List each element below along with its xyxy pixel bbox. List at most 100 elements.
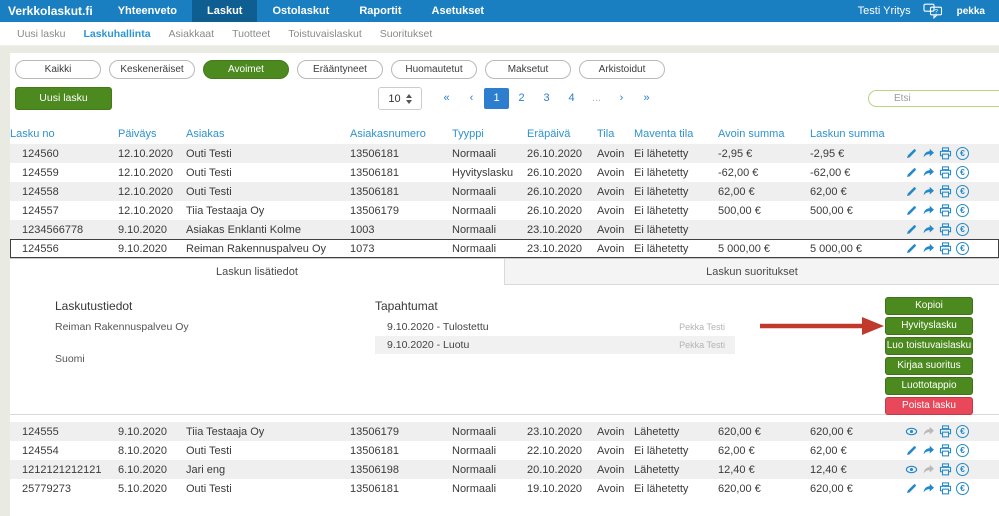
view-icon[interactable] (905, 425, 918, 438)
column-header[interactable]: Maventa tila (634, 128, 718, 140)
send-icon[interactable] (922, 444, 935, 457)
edit-icon[interactable] (905, 166, 918, 179)
print-icon[interactable] (939, 147, 952, 160)
edit-icon[interactable] (905, 444, 918, 457)
invoice-action-button[interactable]: Kopioi (885, 297, 973, 315)
table-row[interactable]: 124554 8.10.2020 Outi Testi 13506181 Nor… (10, 441, 999, 460)
column-header[interactable]: Tila (597, 128, 634, 140)
print-icon[interactable] (939, 185, 952, 198)
euro-icon[interactable]: € (956, 185, 969, 198)
logged-in-user[interactable]: pekka (957, 6, 985, 17)
print-icon[interactable] (939, 242, 952, 255)
pagination-button[interactable]: ‹ (459, 88, 484, 109)
status-filter-pill[interactable]: Kaikki (15, 60, 101, 79)
send-icon[interactable] (922, 185, 935, 198)
euro-icon[interactable]: € (956, 242, 969, 255)
euro-icon[interactable]: € (956, 166, 969, 179)
print-icon[interactable] (939, 463, 952, 476)
topnav-item[interactable]: Laskut (192, 0, 257, 22)
invoice-action-button[interactable]: Luo toistuvaislasku (885, 337, 973, 355)
table-row[interactable]: 124556 9.10.2020 Reiman Rakennuspalveu O… (10, 239, 999, 258)
euro-icon[interactable]: € (956, 147, 969, 160)
table-row[interactable]: 124560 12.10.2020 Outi Testi 13506181 No… (10, 144, 999, 163)
pagination-button[interactable]: 1 (484, 88, 509, 109)
pagination-button[interactable]: « (434, 88, 459, 109)
send-icon[interactable] (922, 204, 935, 217)
column-header[interactable]: Eräpäivä (527, 128, 597, 140)
edit-icon[interactable] (905, 185, 918, 198)
table-row[interactable]: 25779273 5.10.2020 Outi Testi 13506181 N… (10, 479, 999, 498)
print-icon[interactable] (939, 425, 952, 438)
print-icon[interactable] (939, 444, 952, 457)
subnav-item[interactable]: Tuotteet (231, 28, 271, 40)
app-logo[interactable]: Verkkolaskut.fi (0, 0, 103, 22)
send-icon[interactable] (922, 482, 935, 495)
topnav-item[interactable]: Asetukset (417, 0, 500, 22)
pagination-button[interactable]: › (609, 88, 634, 109)
topnav-item[interactable]: Raportit (344, 0, 416, 22)
euro-icon[interactable]: € (956, 223, 969, 236)
pagination-button[interactable]: ... (584, 88, 609, 109)
pagination-button[interactable]: 4 (559, 88, 584, 109)
edit-icon[interactable] (905, 482, 918, 495)
euro-icon[interactable]: € (956, 204, 969, 217)
euro-icon[interactable]: € (956, 444, 969, 457)
table-row[interactable]: 1234566778 9.10.2020 Asiakas Enklanti Ko… (10, 220, 999, 239)
send-icon[interactable] (922, 166, 935, 179)
subnav-item[interactable]: Laskuhallinta (82, 28, 151, 40)
table-row[interactable]: 124555 9.10.2020 Tiia Testaaja Oy 135061… (10, 422, 999, 441)
euro-icon[interactable]: € (956, 463, 969, 476)
euro-icon[interactable]: € (956, 425, 969, 438)
invoice-action-button[interactable]: Poista lasku (885, 397, 973, 415)
table-row[interactable]: 124557 12.10.2020 Tiia Testaaja Oy 13506… (10, 201, 999, 220)
print-icon[interactable] (939, 166, 952, 179)
status-filter-pill[interactable]: Erääntyneet (297, 60, 383, 79)
send-icon[interactable] (922, 223, 935, 236)
subnav-item[interactable]: Uusi lasku (16, 28, 66, 40)
column-header[interactable]: Asiakas (186, 128, 350, 140)
edit-icon[interactable] (905, 223, 918, 236)
invoice-action-button[interactable]: Hyvityslasku (885, 317, 973, 335)
page-size-select[interactable]: 10 (378, 87, 422, 110)
invoice-action-button[interactable]: Luottotappio (885, 377, 973, 395)
send-icon[interactable] (922, 147, 935, 160)
status-filter-pill[interactable]: Maksetut (485, 60, 571, 79)
edit-icon[interactable] (905, 147, 918, 160)
subnav-item[interactable]: Suoritukset (379, 28, 434, 40)
column-header[interactable]: Päiväys (118, 128, 186, 140)
print-icon[interactable] (939, 482, 952, 495)
pagination-button[interactable]: 3 (534, 88, 559, 109)
send-icon[interactable] (922, 242, 935, 255)
status-filter-pill[interactable]: Keskeneräiset (109, 60, 195, 79)
table-row[interactable]: 124559 12.10.2020 Outi Testi 13506181 Hy… (10, 163, 999, 182)
topnav-item[interactable]: Yhteenveto (103, 0, 192, 22)
column-header[interactable]: Tyyppi (452, 128, 527, 140)
status-filter-pill[interactable]: Avoimet (203, 60, 289, 79)
detail-tab[interactable]: Laskun lisätiedot (10, 259, 505, 285)
subnav-item[interactable]: Asiakkaat (168, 28, 216, 40)
column-header[interactable]: Avoin summa (718, 128, 810, 140)
invoice-action-button[interactable]: Kirjaa suoritus (885, 357, 973, 375)
euro-icon[interactable]: € (956, 482, 969, 495)
print-icon[interactable] (939, 204, 952, 217)
table-row[interactable]: 1212121212121 6.10.2020 Jari eng 1350619… (10, 460, 999, 479)
edit-icon[interactable] (905, 204, 918, 217)
search-input[interactable] (868, 90, 999, 107)
detail-tab[interactable]: Laskun suoritukset (505, 259, 999, 285)
pagination-button[interactable]: 2 (509, 88, 534, 109)
status-filter-pill[interactable]: Huomautetut (391, 60, 477, 79)
view-icon[interactable] (905, 463, 918, 476)
subnav-item[interactable]: Toistuvaislaskut (287, 28, 363, 40)
column-header[interactable]: Lasku no (10, 128, 118, 140)
edit-icon[interactable] (905, 242, 918, 255)
help-chat-icon[interactable]: ? (923, 3, 945, 19)
pagination-button[interactable]: » (634, 88, 659, 109)
column-header[interactable]: Asiakasnumero (350, 128, 452, 140)
print-icon[interactable] (939, 223, 952, 236)
table-row[interactable]: 124558 12.10.2020 Outi Testi 13506181 No… (10, 182, 999, 201)
company-name[interactable]: Testi Yritys (858, 5, 911, 17)
topnav-item[interactable]: Ostolaskut (257, 0, 344, 22)
status-filter-pill[interactable]: Arkistoidut (579, 60, 665, 79)
column-header[interactable]: Laskun summa (810, 128, 900, 140)
new-invoice-button[interactable]: Uusi lasku (15, 87, 112, 110)
